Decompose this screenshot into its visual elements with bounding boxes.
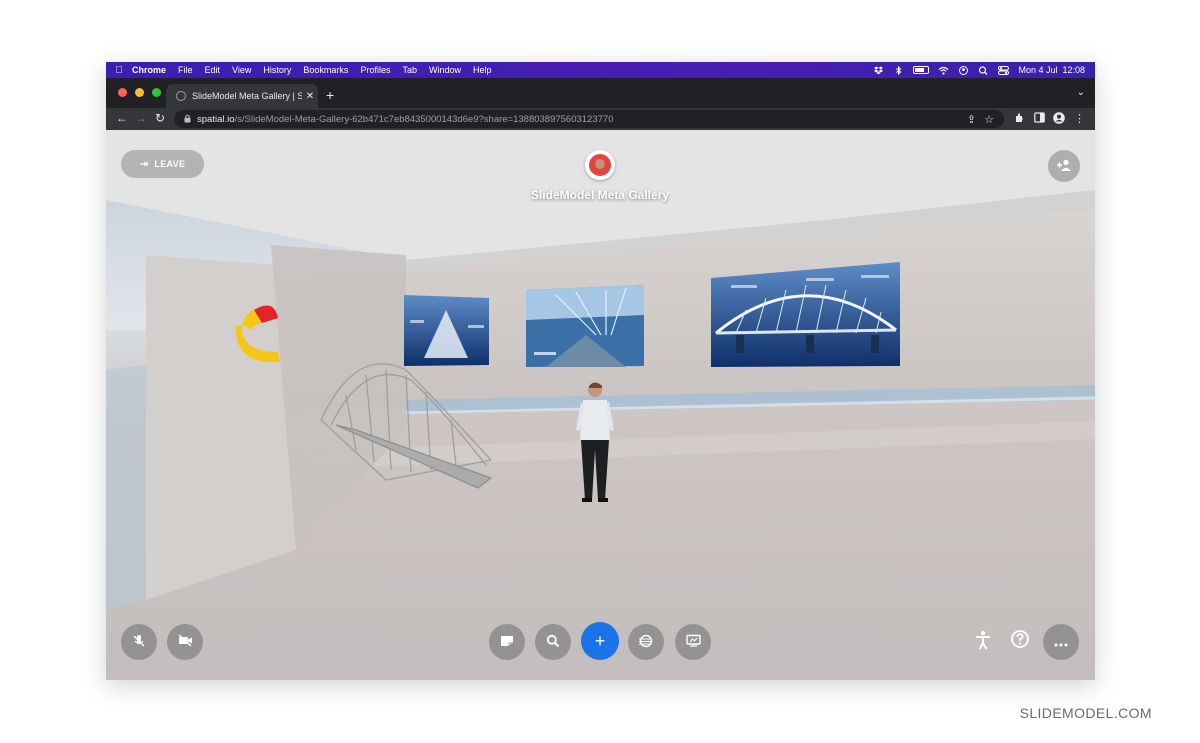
menu-bookmarks[interactable]: Bookmarks <box>303 65 348 75</box>
user-switch-icon[interactable] <box>958 65 969 75</box>
menu-file[interactable]: File <box>178 65 193 75</box>
dropbox-icon[interactable] <box>873 66 884 75</box>
profile-icon[interactable] <box>1053 112 1065 127</box>
gallery-slide-1[interactable] <box>404 295 489 366</box>
url-path: /s/SlideModel-Meta-Gallery-62b471c7eb843… <box>234 113 614 125</box>
browser-menu-icon[interactable]: ⋮ <box>1074 112 1085 125</box>
browser-tab-active[interactable]: SlideModel Meta Gallery | Spat ✕ <box>166 84 318 108</box>
more-options-button[interactable] <box>1043 624 1079 660</box>
gallery-scene <box>106 130 1095 680</box>
browser-toolbar: ← → ↻ spatial.io/s/SlideModel-Meta-Galle… <box>106 108 1095 130</box>
camera-off-icon <box>178 634 193 650</box>
zoom-window-button[interactable] <box>152 88 161 97</box>
menu-profiles[interactable]: Profiles <box>360 65 390 75</box>
browser-window:  Chrome File Edit View History Bookmark… <box>106 62 1095 680</box>
sticky-note-button[interactable] <box>489 624 525 660</box>
gallery-slide-2[interactable] <box>526 285 644 367</box>
camera-toggle-button[interactable] <box>167 624 203 660</box>
lock-icon[interactable] <box>184 114 191 125</box>
bluetooth-icon[interactable] <box>893 65 904 75</box>
wifi-icon[interactable] <box>938 66 949 75</box>
menu-window[interactable]: Window <box>429 65 461 75</box>
tab-title: SlideModel Meta Gallery | Spat <box>192 91 302 101</box>
menubar-clock[interactable]: Mon 4 Jul 12:08 <box>1018 65 1085 75</box>
tab-strip: SlideModel Meta Gallery | Spat ✕ + ⌄ <box>106 78 1095 108</box>
menu-history[interactable]: History <box>263 65 291 75</box>
new-tab-icon[interactable]: + <box>326 87 334 103</box>
add-person-icon <box>1056 158 1072 175</box>
reload-icon[interactable]: ↻ <box>155 111 165 125</box>
apple-icon[interactable]:  <box>106 65 132 76</box>
spotlight-icon[interactable] <box>978 65 989 75</box>
note-icon <box>500 635 514 650</box>
battery-icon[interactable] <box>913 66 930 74</box>
address-bar[interactable]: spatial.io/s/SlideModel-Meta-Gallery-62b… <box>174 110 1004 128</box>
status-area: Mon 4 Jul 12:08 <box>873 62 1085 78</box>
control-center-icon[interactable] <box>998 65 1010 75</box>
window-controls <box>118 88 161 97</box>
url-host: spatial.io <box>197 113 235 125</box>
gallery-slide-3[interactable] <box>711 262 900 367</box>
mic-muted-icon <box>132 634 146 651</box>
plus-icon: + <box>594 630 606 651</box>
host-avatar[interactable] <box>585 150 615 180</box>
menu-app-name[interactable]: Chrome <box>132 65 166 75</box>
share-icon[interactable]: ⇪ <box>967 113 976 126</box>
back-icon[interactable]: ← <box>116 111 128 125</box>
menu-help[interactable]: Help <box>473 65 492 75</box>
help-icon[interactable] <box>1010 629 1030 654</box>
invite-user-button[interactable] <box>1048 150 1080 182</box>
leave-button[interactable]: ⇥ LEAVE <box>121 150 204 178</box>
more-horizontal-icon <box>1054 635 1068 650</box>
menu-edit[interactable]: Edit <box>205 65 221 75</box>
leave-label: LEAVE <box>154 159 186 169</box>
leave-icon: ⇥ <box>139 158 149 170</box>
space-title: SlideModel Meta Gallery <box>530 188 670 202</box>
reactions-button[interactable] <box>628 624 664 660</box>
side-panel-icon[interactable] <box>1034 112 1045 126</box>
minimize-window-button[interactable] <box>135 88 144 97</box>
bookmark-star-icon[interactable]: ☆ <box>984 113 994 126</box>
slidemodel-watermark: SLIDEMODEL.COM <box>1019 705 1152 721</box>
tab-close-icon[interactable]: ✕ <box>302 91 318 102</box>
forward-icon[interactable]: → <box>135 111 147 125</box>
tab-search-chevron-icon[interactable]: ⌄ <box>1077 87 1085 98</box>
emote-icon <box>638 634 654 651</box>
screen-share-icon <box>685 634 701 650</box>
menu-view[interactable]: View <box>232 65 251 75</box>
search-icon <box>546 634 560 651</box>
host-avatar-image <box>589 154 611 176</box>
add-content-button[interactable]: + <box>581 622 619 660</box>
share-screen-button[interactable] <box>675 624 711 660</box>
spatial-3d-viewport[interactable]: ⇥ LEAVE SlideModel Meta Gallery + <box>106 130 1095 680</box>
macos-menu-bar:  Chrome File Edit View History Bookmark… <box>106 62 1095 78</box>
extensions-icon[interactable] <box>1015 112 1026 126</box>
tab-favicon-icon <box>176 91 186 101</box>
search-button[interactable] <box>535 624 571 660</box>
accessibility-icon[interactable] <box>975 630 991 655</box>
close-window-button[interactable] <box>118 88 127 97</box>
menu-tab[interactable]: Tab <box>402 65 417 75</box>
mic-toggle-button[interactable] <box>121 624 157 660</box>
